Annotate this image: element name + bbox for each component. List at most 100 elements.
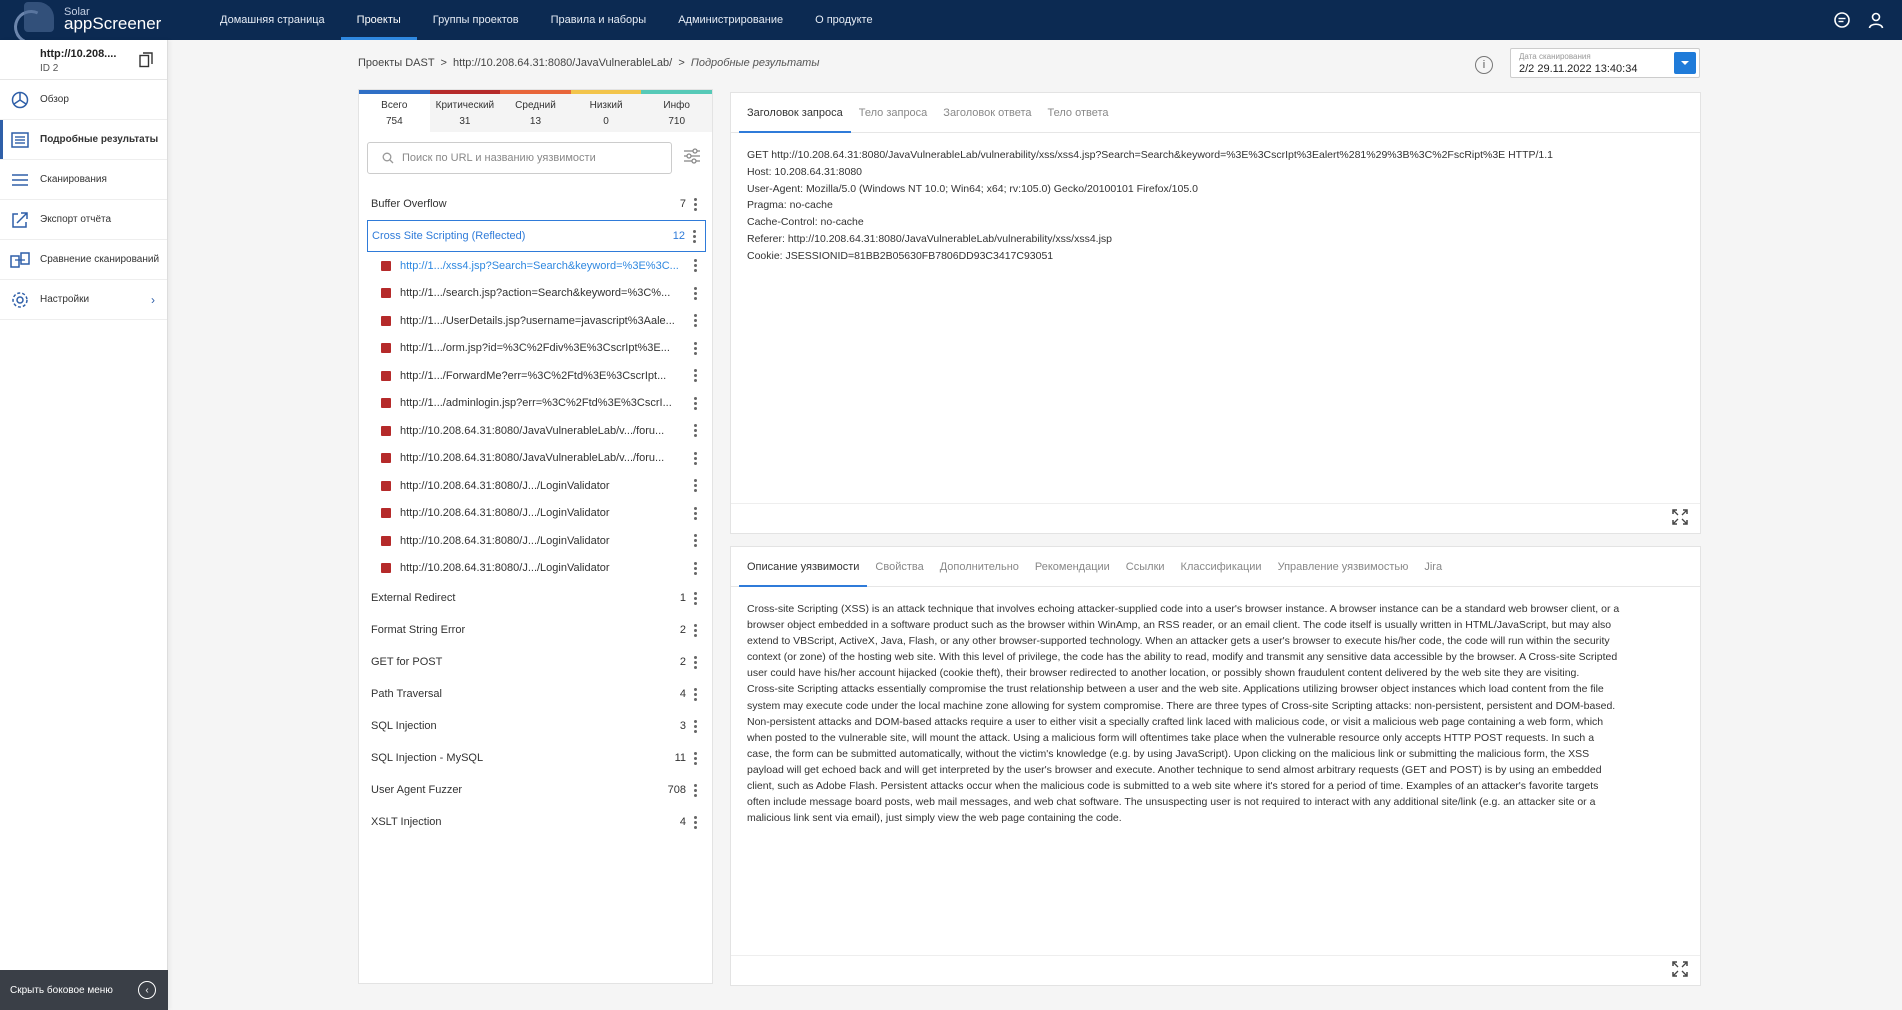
- hide-sidebar-button[interactable]: Скрыть боковое меню ‹: [0, 970, 168, 1010]
- category-item[interactable]: Path Traversal 4: [359, 678, 714, 710]
- more-vertical-icon[interactable]: [694, 286, 698, 300]
- category-item[interactable]: XSLT Injection 4: [359, 806, 714, 838]
- more-vertical-icon[interactable]: [694, 341, 698, 355]
- description-line: case, the form can be submitted automati…: [747, 747, 1590, 760]
- nav-home[interactable]: Домашняя страница: [204, 0, 341, 40]
- vulnerability-url-item[interactable]: http://10.208.64.31:8080/JavaVulnerableL…: [359, 417, 714, 445]
- more-vertical-icon[interactable]: [693, 229, 697, 243]
- stat-total[interactable]: Всего 754: [359, 90, 430, 132]
- expand-icon[interactable]: [1672, 961, 1688, 980]
- vulnerability-url: http://1.../orm.jsp?id=%3C%2Fdiv%3E%3Csc…: [400, 342, 670, 355]
- vulnerability-url-item[interactable]: http://1.../search.jsp?action=Search&key…: [359, 280, 714, 308]
- filter-settings-icon[interactable]: [683, 148, 701, 167]
- sidebar-item-export[interactable]: Экспорт отчёта: [0, 200, 167, 240]
- tab-request-header[interactable]: Заголовок запроса: [739, 93, 851, 133]
- nav-project-groups[interactable]: Группы проектов: [417, 0, 535, 40]
- vulnerability-url-item[interactable]: http://1.../adminlogin.jsp?err=%3C%2Ftd%…: [359, 390, 714, 418]
- stat-critical[interactable]: Критический 31: [429, 90, 501, 132]
- vulnerability-url-item[interactable]: http://1.../ForwardMe?err=%3C%2Ftd%3E%3C…: [359, 362, 714, 390]
- more-vertical-icon[interactable]: [694, 369, 698, 383]
- more-vertical-icon[interactable]: [694, 815, 698, 829]
- more-vertical-icon[interactable]: [694, 655, 698, 669]
- search-input[interactable]: [402, 152, 662, 164]
- user-icon[interactable]: [1866, 10, 1886, 30]
- sidebar-item-settings[interactable]: Настройки ›: [0, 280, 167, 320]
- category-name: GET for POST: [371, 656, 443, 668]
- severity-critical-marker: [381, 563, 391, 574]
- more-vertical-icon[interactable]: [694, 534, 698, 548]
- scan-date-select[interactable]: Дата сканирования 2/2 29.11.2022 13:40:3…: [1510, 48, 1700, 78]
- vulnerability-url-item[interactable]: http://10.208.64.31:8080/J.../LoginValid…: [359, 500, 714, 528]
- more-vertical-icon[interactable]: [694, 506, 698, 520]
- vulnerability-url-item[interactable]: http://1.../xss4.jsp?Search=Search&keywo…: [359, 252, 714, 280]
- vulnerability-url-item[interactable]: http://10.208.64.31:8080/J.../LoginValid…: [359, 527, 714, 555]
- sidebar-item-compare[interactable]: Сравнение сканирований: [0, 240, 167, 280]
- category-item[interactable]: Format String Error 2: [359, 614, 714, 646]
- tab-classifications[interactable]: Классификации: [1173, 547, 1270, 586]
- vulnerability-url-item[interactable]: http://1.../UserDetails.jsp?username=jav…: [359, 307, 714, 335]
- sidebar-item-overview[interactable]: Обзор: [0, 80, 167, 120]
- more-vertical-icon[interactable]: [694, 424, 698, 438]
- more-vertical-icon[interactable]: [694, 396, 698, 410]
- tab-description[interactable]: Описание уязвимости: [739, 547, 868, 587]
- category-item[interactable]: User Agent Fuzzer 708: [359, 774, 714, 806]
- more-vertical-icon[interactable]: [694, 479, 698, 493]
- copy-icon[interactable]: [139, 52, 153, 71]
- category-item[interactable]: SQL Injection 3: [359, 710, 714, 742]
- severity-critical-marker: [381, 508, 391, 519]
- tab-jira[interactable]: Jira: [1416, 547, 1450, 586]
- expand-icon[interactable]: [1672, 509, 1688, 528]
- tab-response-body[interactable]: Тело ответа: [1040, 93, 1117, 132]
- stat-medium[interactable]: Средний 13: [500, 90, 571, 132]
- tab-properties[interactable]: Свойства: [867, 547, 931, 586]
- tab-request-body[interactable]: Тело запроса: [851, 93, 936, 132]
- tab-additional[interactable]: Дополнительно: [932, 547, 1027, 586]
- more-vertical-icon[interactable]: [694, 687, 698, 701]
- more-vertical-icon[interactable]: [694, 197, 698, 211]
- more-vertical-icon[interactable]: [694, 719, 698, 733]
- vulnerability-url-item[interactable]: http://10.208.64.31:8080/J.../LoginValid…: [359, 472, 714, 500]
- vulnerability-url-item[interactable]: http://1.../orm.jsp?id=%3C%2Fdiv%3E%3Csc…: [359, 335, 714, 363]
- tab-response-header[interactable]: Заголовок ответа: [935, 93, 1039, 132]
- category-item[interactable]: SQL Injection - MySQL 11: [359, 742, 714, 774]
- info-icon[interactable]: i: [1475, 56, 1493, 74]
- nav-projects[interactable]: Проекты: [340, 0, 417, 40]
- request-content: GET http://10.208.64.31:8080/JavaVulnera…: [731, 133, 1700, 279]
- more-vertical-icon[interactable]: [694, 783, 698, 797]
- tab-links[interactable]: Ссылки: [1118, 547, 1173, 586]
- category-item-active[interactable]: Cross Site Scripting (Reflected) 12: [367, 220, 706, 252]
- nav-admin[interactable]: Администрирование: [662, 0, 799, 40]
- app-logo[interactable]: Solar appScreener: [0, 0, 168, 49]
- breadcrumb-project[interactable]: http://10.208.64.31:8080/JavaVulnerableL…: [453, 57, 672, 69]
- category-item[interactable]: External Redirect 1: [359, 582, 714, 614]
- more-vertical-icon[interactable]: [694, 623, 698, 637]
- chat-icon[interactable]: [1832, 10, 1852, 30]
- more-vertical-icon[interactable]: [694, 591, 698, 605]
- nav-rules[interactable]: Правила и наборы: [535, 0, 663, 40]
- category-item[interactable]: GET for POST 2: [359, 646, 714, 678]
- more-vertical-icon[interactable]: [694, 259, 698, 273]
- more-vertical-icon[interactable]: [694, 751, 698, 765]
- tab-recommendations[interactable]: Рекомендации: [1027, 547, 1118, 586]
- sidebar-item-scans[interactable]: Сканирования: [0, 160, 167, 200]
- category-count: 2: [679, 656, 686, 668]
- request-line: Cache-Control: no-cache: [747, 216, 864, 229]
- description-panel: Описание уязвимости Свойства Дополнитель…: [730, 546, 1701, 986]
- category-item[interactable]: Buffer Overflow 7: [359, 188, 714, 220]
- vulnerability-url-item[interactable]: http://10.208.64.31:8080/J.../LoginValid…: [359, 555, 714, 583]
- stat-low[interactable]: Низкий 0: [570, 90, 642, 132]
- more-vertical-icon[interactable]: [694, 451, 698, 465]
- category-count: 708: [667, 784, 686, 796]
- top-bar: Solar appScreener Домашняя страница Прое…: [0, 0, 1902, 49]
- stat-info[interactable]: Инфо 710: [641, 90, 712, 132]
- dropdown-button[interactable]: [1674, 52, 1696, 74]
- more-vertical-icon[interactable]: [694, 561, 698, 575]
- tab-vuln-management[interactable]: Управление уязвимостью: [1270, 547, 1417, 586]
- vulnerability-url-item[interactable]: http://10.208.64.31:8080/JavaVulnerableL…: [359, 445, 714, 473]
- breadcrumb-root[interactable]: Проекты DAST: [358, 57, 434, 69]
- nav-about[interactable]: О продукте: [799, 0, 888, 40]
- description-line: extend to VBScript, ActiveX, Java, Flash…: [747, 635, 1610, 648]
- sidebar-item-detailed-results[interactable]: Подробные результаты: [0, 120, 167, 160]
- more-vertical-icon[interactable]: [694, 314, 698, 328]
- request-line: User-Agent: Mozilla/5.0 (Windows NT 10.0…: [747, 182, 1198, 195]
